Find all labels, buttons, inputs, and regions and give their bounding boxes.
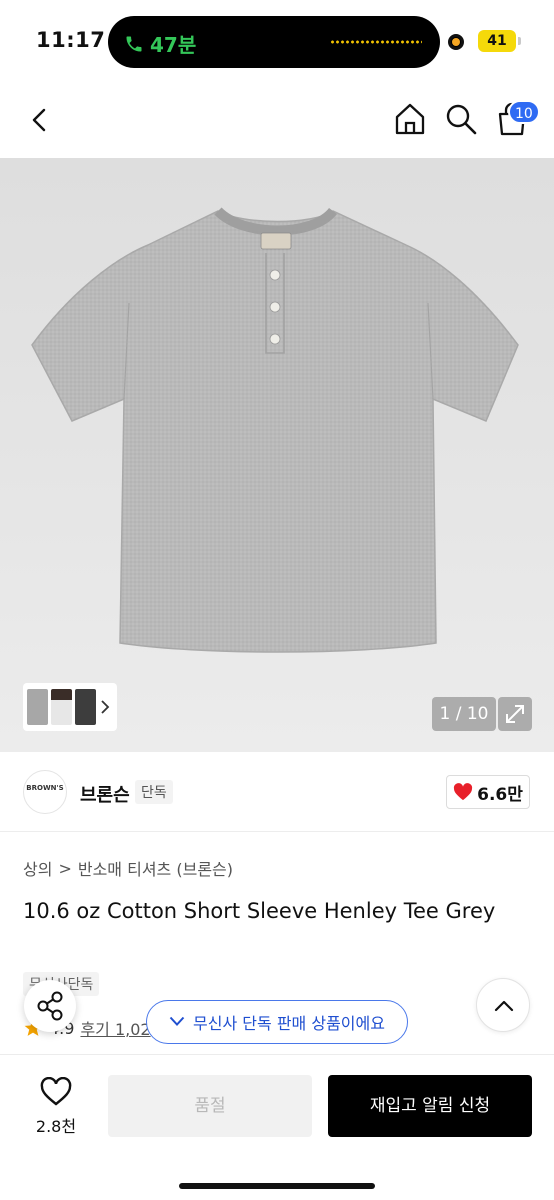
wishlist-count: 2.8천 (35, 1117, 77, 1136)
scroll-top-button[interactable] (476, 978, 530, 1032)
brand-row: BROWN'S 브론슨 단독 6.6만 (0, 752, 554, 832)
brand-name[interactable]: 브론슨 (80, 781, 130, 807)
breadcrumb: 상의 > 반소매 티셔츠 (브론슨) (23, 856, 233, 880)
product-image (31, 207, 519, 653)
brand-like-count: 6.6만 (477, 784, 523, 805)
share-button[interactable] (24, 980, 76, 1032)
breadcrumb-separator: > (58, 858, 72, 878)
expand-icon[interactable] (498, 697, 532, 731)
breadcrumb-category[interactable]: 상의 (23, 856, 52, 880)
thumbnail-black[interactable] (75, 689, 96, 725)
wishlist-button[interactable]: 2.8천 (26, 1076, 86, 1137)
review-link[interactable]: 후기 1,02 (80, 1016, 150, 1040)
heart-outline-icon (40, 1076, 72, 1106)
call-indicator: 47분 (124, 29, 196, 58)
exclusive-toast: 무신사 단독 판매 상품이에요 (146, 1000, 408, 1044)
product-title: 10.6 oz Cotton Short Sleeve Henley Tee G… (23, 899, 496, 923)
brand-logo[interactable]: BROWN'S (23, 770, 67, 814)
status-bar: 11:17 47분 41 (0, 0, 554, 84)
check-icon (169, 1016, 185, 1026)
recording-indicator (448, 34, 464, 50)
home-indicator[interactable] (179, 1183, 375, 1189)
dynamic-island[interactable]: 47분 (108, 16, 440, 68)
restock-alert-button[interactable]: 재입고 알림 신청 (328, 1075, 532, 1137)
chevron-up-icon (494, 1000, 514, 1012)
breadcrumb-subcategory[interactable]: 반소매 티셔츠 (브론슨) (78, 856, 233, 880)
thumbnail-strip[interactable] (23, 683, 117, 731)
chevron-right-icon (101, 700, 110, 714)
search-icon[interactable] (444, 102, 478, 136)
audio-waveform (330, 40, 422, 44)
home-icon[interactable] (392, 100, 428, 138)
thumbnail-model[interactable] (51, 689, 72, 725)
cart-count-badge: 10 (508, 100, 540, 124)
product-image-gallery[interactable]: 1 / 10 (0, 158, 554, 752)
back-icon[interactable] (22, 102, 58, 138)
call-duration: 47분 (150, 33, 197, 57)
bottom-action-bar: 2.8천 품절 재입고 알림 신청 (0, 1054, 554, 1200)
soldout-button: 품절 (108, 1075, 312, 1137)
brand-like-button[interactable]: 6.6만 (446, 775, 530, 809)
image-pager: 1 / 10 (432, 697, 496, 731)
brand-exclusive-tag: 단독 (135, 780, 173, 804)
status-time: 11:17 (36, 28, 106, 52)
phone-icon (126, 36, 142, 51)
heart-icon (453, 783, 473, 801)
thumbnail-grey[interactable] (27, 689, 48, 725)
battery-indicator: 41 (478, 30, 521, 52)
top-nav (0, 84, 554, 158)
toast-text: 무신사 단독 판매 상품이에요 (193, 1014, 385, 1033)
share-icon (37, 991, 63, 1021)
